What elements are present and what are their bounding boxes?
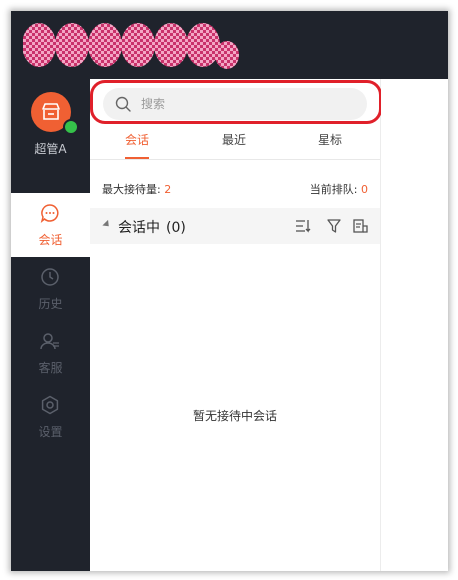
conversation-area: [381, 79, 448, 571]
queue-value: 0: [361, 183, 368, 196]
session-panel: 会话 最近 星标 最大接待量: 2 当前排队: 0 会话中 (0): [90, 79, 382, 571]
search-input[interactable]: [141, 88, 351, 120]
stats-row: 最大接待量: 2 当前排队: 0: [90, 179, 380, 197]
max-capacity-label: 最大接待量:: [102, 183, 161, 196]
nav-label-settings: 设置: [38, 425, 63, 439]
nav-label-chat: 会话: [38, 233, 63, 247]
max-capacity-value: 2: [164, 183, 172, 196]
agent-icon: [40, 333, 59, 350]
nav-label-history: 历史: [38, 297, 63, 311]
section-title: 会话中 (0): [118, 217, 186, 237]
export-icon[interactable]: [352, 218, 368, 234]
section-title-label: 会话中: [118, 220, 160, 236]
empty-state-message: 暂无接待中会话: [192, 409, 277, 423]
clock-icon: [41, 268, 59, 286]
tab-bar: 会话 最近 星标: [90, 131, 380, 160]
sort-icon[interactable]: [295, 218, 311, 234]
app-window: 超管A 会话 历史 客服 设置 搜索 会话 最近 星标 最大接待量: 2 当前排…: [11, 11, 448, 571]
nav-item-settings[interactable]: 设置: [11, 385, 90, 449]
filter-icon[interactable]: [326, 218, 342, 234]
search-box[interactable]: [103, 88, 367, 120]
tab-sessions[interactable]: 会话: [102, 131, 172, 149]
tab-starred[interactable]: 星标: [295, 131, 365, 149]
tab-recent[interactable]: 最近: [199, 131, 269, 149]
nav-item-agents[interactable]: 客服: [11, 321, 90, 385]
sidebar: 超管A 会话 历史 客服 设置: [11, 79, 90, 571]
active-sessions-header[interactable]: 会话中 (0): [90, 208, 380, 244]
tab-active-indicator: [125, 157, 149, 159]
nav-label-agents: 客服: [38, 361, 63, 375]
collapse-caret-icon[interactable]: [102, 219, 112, 230]
queue-label: 当前排队:: [309, 183, 358, 196]
store-icon: [42, 103, 60, 120]
user-name: 超管A: [34, 142, 67, 156]
chat-icon: [40, 204, 59, 223]
search-icon: [115, 96, 131, 112]
nav-item-chat[interactable]: 会话: [11, 193, 90, 257]
brand-logo: [23, 23, 239, 69]
section-count: (0): [166, 220, 186, 236]
max-capacity: 最大接待量: 2: [102, 181, 171, 197]
top-bar: [11, 11, 448, 79]
nav-item-history[interactable]: 历史: [11, 257, 90, 321]
queue-count: 当前排队: 0: [310, 181, 368, 197]
online-status-indicator: [63, 119, 79, 135]
gear-icon: [41, 395, 59, 415]
